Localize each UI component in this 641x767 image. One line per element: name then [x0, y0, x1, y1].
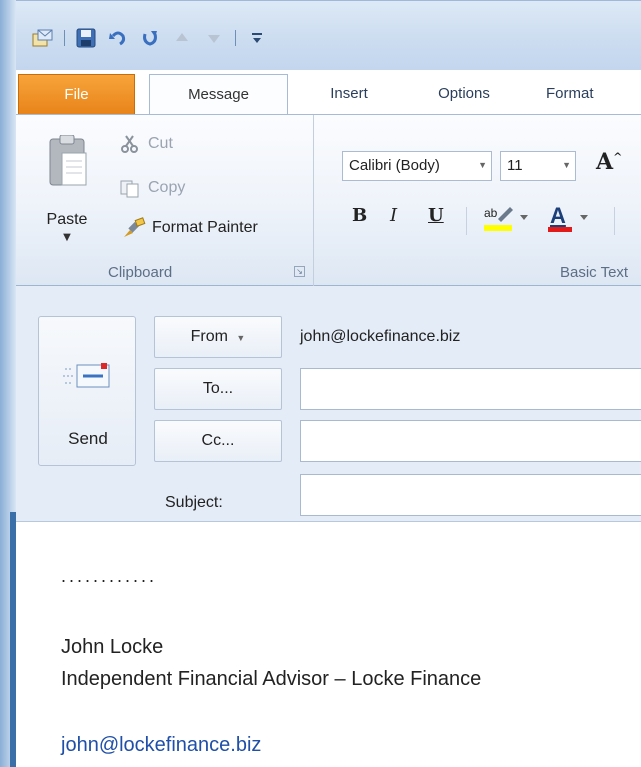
paintbrush-icon	[122, 216, 146, 240]
highlighter-icon: ab	[484, 206, 528, 231]
message-body[interactable]: ............ John Locke Independent Fina…	[16, 522, 641, 767]
tab-file[interactable]: File	[18, 74, 135, 114]
clipboard-group-label: Clipboard	[108, 264, 173, 281]
scissors-icon	[118, 132, 142, 156]
from-button[interactable]: From ▼	[154, 316, 282, 358]
chevron-down-icon: ▼	[63, 232, 71, 243]
up-arrow-icon[interactable]	[169, 25, 195, 51]
tab-insert[interactable]: Insert	[310, 74, 388, 114]
to-field[interactable]	[300, 368, 641, 410]
font-color-button[interactable]: A	[546, 201, 596, 237]
qat-separator	[64, 30, 65, 46]
app-menu-icon[interactable]	[30, 25, 56, 51]
copy-button[interactable]: Copy	[118, 175, 185, 201]
down-arrow-icon[interactable]	[201, 25, 227, 51]
copy-label: Copy	[148, 179, 186, 196]
cc-button[interactable]: Cc...	[154, 420, 282, 462]
clipboard-group: Paste ▼ Cut Copy Format Painter Clipboar…	[16, 115, 314, 287]
cut-label: Cut	[148, 135, 173, 152]
window-frame	[0, 0, 16, 767]
toolbar-separator	[466, 207, 467, 235]
send-label: Send	[68, 429, 108, 448]
format-painter-button[interactable]: Format Painter	[122, 215, 258, 241]
signature-name: John Locke	[61, 636, 164, 658]
bold-button[interactable]: B	[352, 205, 367, 226]
chevron-down-icon: ▼	[478, 160, 487, 170]
signature-separator: ............	[61, 566, 158, 586]
from-button-label: From	[190, 328, 228, 345]
format-painter-label: Format Painter	[152, 219, 258, 236]
svg-text:A: A	[550, 203, 566, 228]
cut-button[interactable]: Cut	[118, 131, 173, 157]
toolbar-separator	[614, 207, 615, 235]
cc-field[interactable]	[300, 420, 641, 462]
undo-icon[interactable]	[105, 25, 131, 51]
ribbon: Paste ▼ Cut Copy Format Painter Clipboar…	[16, 114, 641, 287]
subject-field[interactable]	[300, 474, 641, 516]
signature-title: Independent Financial Advisor – Locke Fi…	[61, 668, 482, 690]
clipboard-icon	[49, 135, 87, 186]
redo-icon[interactable]	[137, 25, 163, 51]
font-name-select[interactable]: Calibri (Body) ▼	[342, 151, 492, 181]
svg-text:ab: ab	[484, 206, 498, 220]
grow-font-icon[interactable]: A^	[596, 149, 622, 175]
qat-separator	[235, 30, 236, 46]
send-mail-icon	[63, 363, 110, 388]
italic-button[interactable]: I	[390, 205, 397, 226]
tab-format[interactable]: Format	[546, 74, 641, 114]
paste-label: Paste	[46, 211, 88, 228]
subject-label: Subject:	[165, 494, 223, 511]
highlight-button[interactable]: ab	[482, 203, 534, 237]
font-size-select[interactable]: 11 ▼	[500, 151, 576, 181]
chevron-down-icon: ▼	[562, 160, 571, 170]
underline-button[interactable]: U	[428, 205, 444, 226]
title-bar	[16, 0, 641, 70]
basic-text-group: Calibri (Body) ▼ 11 ▼ A^ B I U ab A Basi…	[314, 115, 641, 287]
signature-email-link[interactable]: john@lockefinance.biz	[61, 734, 261, 757]
compose-header: Send From ▼ john@lockefinance.biz To... …	[16, 286, 641, 522]
save-icon[interactable]	[73, 25, 99, 51]
basic-text-group-label: Basic Text	[560, 264, 629, 281]
font-name-value: Calibri (Body)	[349, 157, 440, 174]
copy-icon	[118, 176, 142, 200]
tab-message[interactable]: Message	[149, 74, 288, 114]
paste-button[interactable]: Paste ▼	[34, 125, 100, 247]
font-size-value: 11	[507, 157, 523, 174]
send-button[interactable]: Send	[38, 316, 136, 466]
font-color-icon: A	[548, 203, 588, 232]
quick-access-toolbar	[30, 25, 270, 51]
customize-qat-icon[interactable]	[244, 25, 270, 51]
ribbon-tabs: File Message Insert Options Format	[16, 70, 641, 114]
to-button[interactable]: To...	[154, 368, 282, 410]
tab-options[interactable]: Options	[418, 74, 510, 114]
clipboard-launcher-icon[interactable]: ↘	[294, 266, 305, 277]
chevron-down-icon: ▼	[236, 333, 246, 343]
from-address: john@lockefinance.biz	[300, 328, 461, 345]
